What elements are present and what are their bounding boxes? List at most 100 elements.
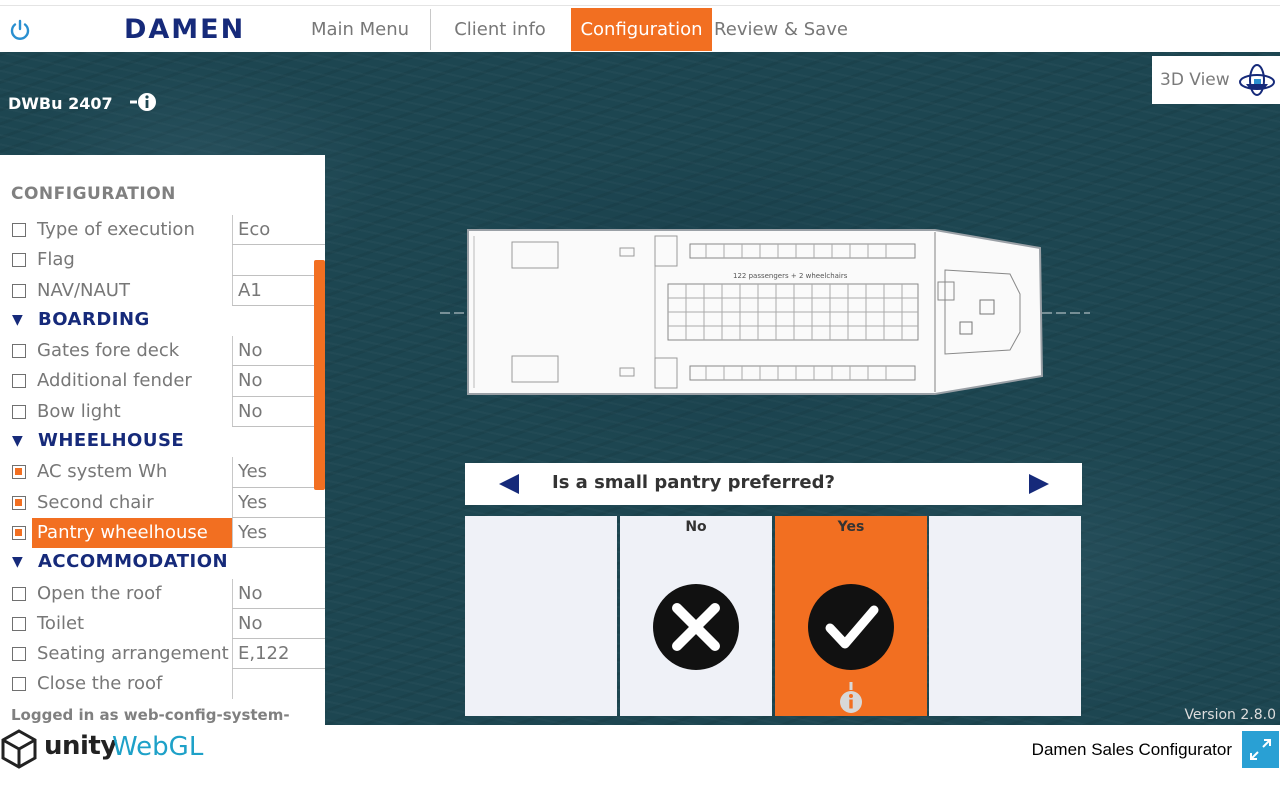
3d-globe-icon [1239, 64, 1275, 96]
config-value: E,122 [232, 639, 325, 670]
app-name: Damen Sales Configurator [1031, 740, 1232, 759]
previous-question-arrow-icon[interactable] [497, 472, 521, 496]
fullscreen-button[interactable] [1242, 731, 1279, 768]
3d-view-button[interactable]: 3D View [1152, 56, 1280, 104]
config-value: No [232, 366, 325, 397]
config-row-additional-fender[interactable]: Additional fender No [0, 366, 325, 397]
config-label-selected: Pantry wheelhouse [32, 517, 232, 548]
unity-logo-icon [1, 729, 37, 769]
collapse-triangle-icon[interactable]: ▼ [12, 554, 23, 570]
tab-review-save[interactable]: Review & Save [714, 8, 848, 51]
configuration-list: Type of execution Eco Flag NAV/NAUT A1 ▼… [0, 215, 325, 700]
checkbox[interactable] [12, 223, 26, 237]
config-value: Eco [232, 215, 325, 245]
question-text: Is a small pantry preferred? [552, 472, 835, 493]
unity-label: unity [44, 731, 117, 761]
tab-main-menu[interactable]: Main Menu [300, 8, 420, 51]
x-circle-icon [653, 584, 739, 670]
next-question-arrow-icon[interactable] [1027, 472, 1051, 496]
3d-view-label: 3D View [1160, 70, 1230, 90]
vessel-top-view-drawing: 122 passengers + 2 wheelchairs [440, 229, 1090, 395]
checkbox[interactable] [12, 344, 26, 359]
webgl-label: WebGL [112, 732, 204, 762]
config-row-gates-fore-deck[interactable]: Gates fore deck No [0, 336, 325, 367]
checkbox-checked[interactable] [12, 495, 26, 510]
check-circle-icon [808, 584, 894, 670]
section-title: BOARDING [38, 308, 150, 330]
config-row-nav-naut[interactable]: NAV/NAUT A1 [0, 275, 325, 306]
panel-scrollbar[interactable] [314, 260, 325, 490]
config-row-ac-system-wh[interactable]: AC system Wh Yes [0, 457, 325, 488]
checkbox-checked[interactable] [12, 465, 26, 480]
section-header-accommodation[interactable]: ▼ ACCOMMODATION [0, 548, 325, 578]
checkbox-checked[interactable] [12, 525, 26, 540]
config-row-close-the-roof[interactable]: Close the roof [0, 669, 325, 700]
webgl-footer: unity WebGL Damen Sales Configurator [0, 725, 1280, 789]
checkbox[interactable] [12, 616, 26, 631]
damen-logo: DAMEN [124, 14, 246, 45]
collapse-triangle-icon[interactable]: ▼ [12, 312, 23, 328]
option-empty-right [929, 516, 1081, 716]
config-value: Yes [232, 457, 325, 488]
checkbox[interactable] [12, 374, 26, 389]
config-row-second-chair[interactable]: Second chair Yes [0, 487, 325, 518]
config-label: Toilet [37, 612, 85, 634]
config-row-toilet[interactable]: Toilet No [0, 608, 325, 640]
vessel-name: DWBu 2407 [8, 94, 113, 113]
config-value [232, 669, 325, 700]
section-title: WHEELHOUSE [38, 430, 185, 452]
config-value: No [232, 396, 325, 427]
tab-client-info[interactable]: Client info [440, 8, 560, 51]
power-icon[interactable] [8, 18, 32, 42]
nav-divider [430, 9, 431, 50]
option-info-icon[interactable] [839, 682, 863, 714]
config-value: No [232, 608, 325, 639]
option-no-label: No [685, 519, 707, 535]
config-label: Seating arrangement [37, 643, 229, 665]
section-title: ACCOMMODATION [38, 551, 229, 573]
config-label: Bow light [37, 400, 121, 422]
panel-title: CONFIGURATION [11, 184, 176, 204]
config-row-seating-arrangement[interactable]: Seating arrangement E,122 [0, 639, 325, 670]
config-value [232, 245, 325, 276]
question-bar: Is a small pantry preferred? [465, 463, 1082, 505]
section-header-wheelhouse[interactable]: ▼ WHEELHOUSE [0, 427, 325, 457]
logged-in-status: Logged in as web-config-system-user [11, 706, 290, 725]
option-yes-label: Yes [837, 519, 865, 535]
config-label: Second chair [37, 491, 154, 513]
config-label: AC system Wh [37, 461, 168, 483]
top-navigation-bar: DAMEN Main Menu Client info Configuratio… [0, 5, 1280, 52]
version-label: Version 2.8.0 [1184, 707, 1276, 723]
config-row-bow-light[interactable]: Bow light No [0, 396, 325, 428]
tab-configuration[interactable]: Configuration [571, 8, 712, 51]
config-value: Yes [232, 517, 325, 548]
checkbox[interactable] [12, 586, 26, 601]
option-no[interactable]: No [620, 516, 772, 716]
config-label: NAV/NAUT [37, 279, 130, 301]
config-label: Open the roof [37, 582, 162, 604]
configuration-panel: CONFIGURATION Type of execution Eco Flag… [0, 155, 325, 725]
checkbox[interactable] [12, 404, 26, 419]
fullscreen-icon [1250, 739, 1271, 760]
ship-capacity-caption: 122 passengers + 2 wheelchairs [733, 272, 848, 280]
config-row-type-of-execution[interactable]: Type of execution Eco [0, 215, 325, 246]
section-header-boarding[interactable]: ▼ BOARDING [0, 306, 325, 336]
config-label: Flag [37, 249, 75, 271]
config-label: Type of execution [37, 219, 195, 240]
checkbox[interactable] [12, 647, 26, 662]
checkbox[interactable] [12, 253, 26, 268]
config-value: No [232, 336, 325, 367]
info-icon[interactable] [130, 92, 160, 112]
checkbox[interactable] [12, 283, 26, 298]
config-label: Close the roof [37, 673, 163, 695]
config-label: Additional fender [37, 370, 192, 392]
config-row-pantry-wheelhouse[interactable]: Pantry wheelhouse Yes [0, 517, 325, 549]
config-row-flag[interactable]: Flag [0, 245, 325, 276]
config-value: No [232, 578, 325, 609]
option-empty-left [465, 516, 617, 716]
collapse-triangle-icon[interactable]: ▼ [12, 433, 23, 449]
checkbox[interactable] [12, 677, 26, 692]
option-yes[interactable]: Yes [775, 516, 927, 716]
config-value: Yes [232, 487, 325, 518]
config-row-open-the-roof[interactable]: Open the roof No [0, 578, 325, 609]
